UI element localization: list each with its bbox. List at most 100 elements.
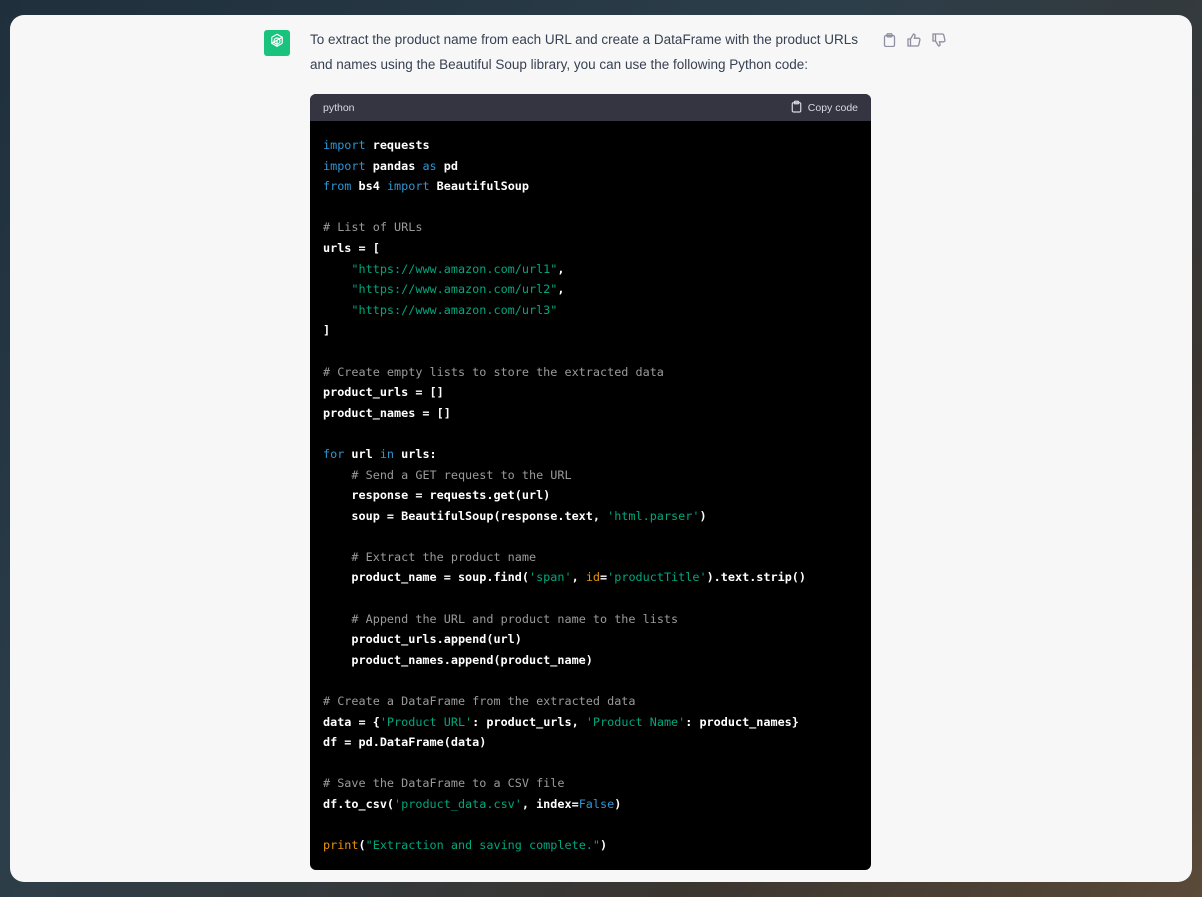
code-block-header: python Copy code (310, 94, 871, 121)
keyword-token: in (379, 446, 395, 461)
code-text: product_urls = [] (323, 385, 444, 400)
code-line: import requests (323, 135, 858, 156)
code-line: # List of URLs (323, 217, 858, 238)
code-line: product_urls.append(url) (323, 629, 858, 650)
code-text: , (557, 261, 565, 276)
string-token: 'html.parser' (607, 508, 700, 523)
code-text: ( (358, 838, 366, 853)
keyword-token: from (323, 179, 352, 194)
code-text: , index= (521, 797, 579, 811)
string-token: "https://www.amazon.com/url3" (351, 302, 558, 317)
code-line: # Save the DataFrame to a CSV file (323, 773, 858, 794)
thumbs-down-icon[interactable] (931, 32, 947, 48)
comment-token: # Append the URL and product name to the… (351, 611, 679, 626)
code-text: pd (436, 158, 458, 173)
code-block: python Copy code import requests import p… (310, 94, 871, 870)
code-line: # Append the URL and product name to the… (323, 609, 858, 630)
code-text: soup = BeautifulSoup(response.text, (323, 508, 608, 523)
code-line: df = pd.DataFrame(data) (323, 732, 858, 753)
code-text: bs4 (351, 179, 387, 194)
code-line: data = {'Product URL': product_urls, 'Pr… (323, 712, 858, 733)
code-line: print("Extraction and saving complete.") (323, 835, 858, 856)
code-line: from bs4 import BeautifulSoup (323, 176, 858, 197)
comment-token: # Create empty lists to store the extrac… (323, 364, 664, 379)
code-text: urls = [ (323, 240, 380, 255)
code-text: product_names = [] (323, 405, 451, 420)
code-text: BeautifulSoup (429, 179, 529, 194)
code-text: response = requests.get(url) (323, 488, 551, 503)
string-token: 'span' (528, 570, 572, 585)
code-line: soup = BeautifulSoup(response.text, 'htm… (323, 506, 858, 527)
code-text: pandas (365, 158, 423, 173)
builtin-token: print (323, 838, 359, 853)
code-text: ) (614, 797, 622, 811)
code-text: requests (365, 138, 430, 152)
string-token: "https://www.amazon.com/url2" (351, 282, 558, 297)
code-text: urls: (394, 446, 437, 461)
code-text: ] (323, 323, 331, 338)
code-text: product_urls.append(url) (323, 632, 522, 647)
string-token: 'Product Name' (585, 714, 686, 729)
code-text: df.to_csv( (323, 797, 395, 811)
string-token: 'product_data.csv' (394, 797, 522, 811)
code-text: , (571, 570, 586, 585)
clipboard-icon (791, 100, 802, 116)
code-line: response = requests.get(url) (323, 485, 858, 506)
code-text: , (557, 282, 565, 297)
code-line: product_name = soup.find('span', id='pro… (323, 567, 858, 588)
code-line: "https://www.amazon.com/url1", (323, 259, 858, 280)
code-line: "https://www.amazon.com/url2", (323, 279, 858, 300)
assistant-message-text: To extract the product name from each UR… (310, 32, 859, 72)
string-token: "Extraction and saving complete." (365, 838, 601, 853)
code-line: import pandas as pd (323, 156, 858, 177)
code-line: ] (323, 320, 858, 341)
string-token: "https://www.amazon.com/url1" (351, 261, 558, 276)
code-line: # Create a DataFrame from the extracted … (323, 691, 858, 712)
comment-token: # Create a DataFrame from the extracted … (323, 694, 636, 709)
code-content: import requests import pandas as pd from b… (310, 121, 871, 870)
code-line: # Extract the product name (323, 547, 858, 568)
code-text: product_name = soup.find( (323, 570, 529, 585)
assistant-avatar (264, 30, 290, 56)
string-token: 'productTitle' (607, 570, 707, 585)
code-text: product_names.append(product_name) (323, 652, 593, 667)
code-line: "https://www.amazon.com/url3" (323, 300, 858, 321)
code-line: for url in urls: (323, 444, 858, 465)
code-line: urls = [ (323, 238, 858, 259)
code-language-label: python (323, 101, 355, 114)
code-text: ).text.strip() (706, 570, 807, 585)
thumbs-up-icon[interactable] (906, 32, 922, 48)
message-actions (881, 32, 947, 48)
code-line: product_names.append(product_name) (323, 650, 858, 671)
comment-token: # Send a GET request to the URL (351, 467, 572, 482)
code-line: # Send a GET request to the URL (323, 465, 858, 486)
code-line: product_urls = [] (323, 382, 858, 403)
comment-token: # Extract the product name (351, 549, 537, 564)
code-text: : product_urls, (472, 714, 586, 729)
comment-token: # Save the DataFrame to a CSV file (323, 776, 565, 791)
clipboard-icon[interactable] (881, 32, 897, 48)
string-token: 'Product URL' (379, 714, 473, 729)
copy-code-label: Copy code (807, 101, 858, 114)
code-text: df = pd.DataFrame(data) (323, 735, 487, 750)
keyword-token: import (323, 158, 366, 173)
keyword-token: as (422, 158, 437, 173)
copy-code-button[interactable]: Copy code (791, 100, 858, 116)
chat-window: To extract the product name from each UR… (10, 15, 1192, 882)
openai-logo-icon (268, 32, 286, 55)
code-text: : product_names} (685, 714, 799, 729)
code-line: df.to_csv('product_data.csv', index=Fals… (323, 794, 858, 815)
